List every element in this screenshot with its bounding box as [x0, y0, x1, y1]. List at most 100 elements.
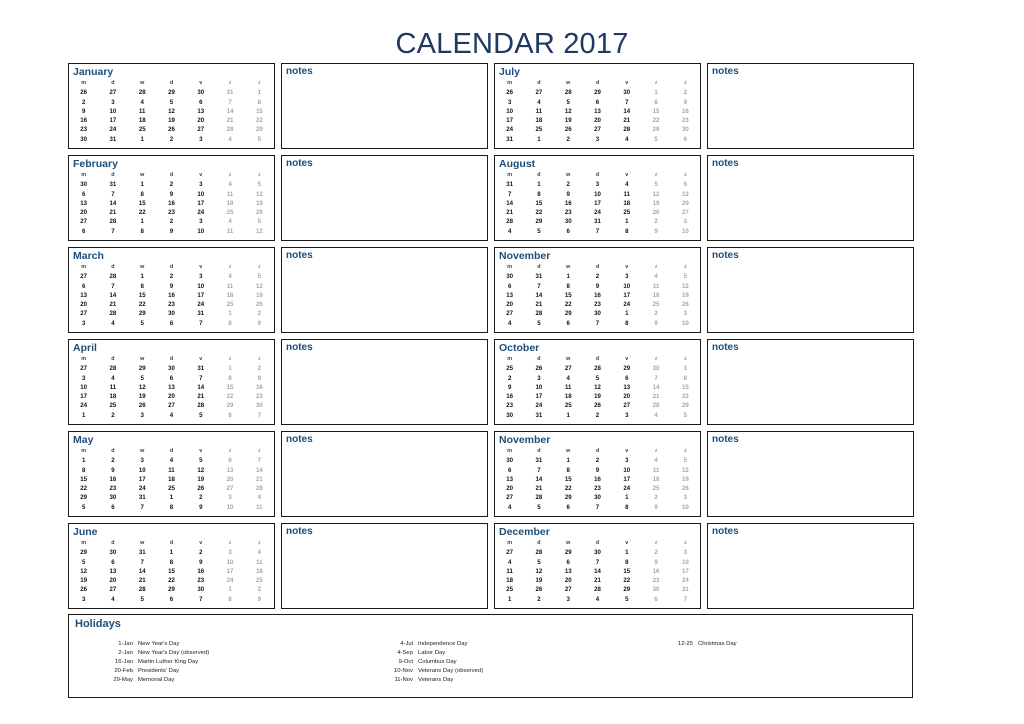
day-cell[interactable]: 21 — [186, 392, 215, 401]
day-cell[interactable]: 28 — [641, 401, 670, 410]
day-cell[interactable]: 29 — [69, 548, 98, 557]
day-cell[interactable]: 1 — [215, 309, 244, 318]
day-cell[interactable]: 1 — [554, 272, 583, 281]
day-cell[interactable]: 22 — [157, 576, 186, 585]
day-cell[interactable]: 17 — [671, 567, 700, 576]
day-cell[interactable]: 14 — [245, 466, 274, 475]
day-cell[interactable]: 1 — [612, 493, 641, 502]
day-cell[interactable]: 26 — [671, 484, 700, 493]
day-cell[interactable]: 9 — [245, 595, 274, 604]
day-cell[interactable]: 4 — [641, 272, 670, 281]
day-cell[interactable]: 16 — [554, 199, 583, 208]
day-cell[interactable]: 6 — [641, 595, 670, 604]
day-cell[interactable]: 17 — [69, 392, 98, 401]
day-cell[interactable]: 30 — [641, 585, 670, 594]
day-cell[interactable]: 23 — [554, 208, 583, 217]
day-cell[interactable]: 9 — [583, 466, 612, 475]
day-cell[interactable]: 27 — [495, 493, 524, 502]
day-cell[interactable]: 5 — [524, 227, 553, 236]
day-cell[interactable]: 13 — [215, 466, 244, 475]
day-cell[interactable]: 10 — [612, 282, 641, 291]
day-cell[interactable]: 19 — [128, 392, 157, 401]
day-cell[interactable]: 23 — [69, 125, 98, 134]
day-cell[interactable]: 4 — [495, 503, 524, 512]
day-cell[interactable]: 30 — [612, 88, 641, 97]
day-cell[interactable]: 10 — [524, 383, 553, 392]
day-cell[interactable]: 18 — [495, 576, 524, 585]
day-cell[interactable]: 19 — [157, 116, 186, 125]
day-cell[interactable]: 5 — [524, 319, 553, 328]
day-cell[interactable]: 7 — [245, 411, 274, 420]
day-cell[interactable]: 3 — [671, 548, 700, 557]
day-cell[interactable]: 22 — [215, 392, 244, 401]
day-cell[interactable]: 28 — [524, 493, 553, 502]
day-cell[interactable]: 24 — [215, 576, 244, 585]
day-cell[interactable]: 27 — [215, 484, 244, 493]
day-cell[interactable]: 16 — [641, 567, 670, 576]
day-cell[interactable]: 17 — [215, 567, 244, 576]
day-cell[interactable]: 8 — [69, 466, 98, 475]
day-cell[interactable]: 28 — [128, 88, 157, 97]
day-cell[interactable]: 20 — [157, 392, 186, 401]
day-cell[interactable]: 3 — [69, 595, 98, 604]
day-cell[interactable]: 27 — [69, 272, 98, 281]
day-cell[interactable]: 12 — [186, 466, 215, 475]
day-cell[interactable]: 3 — [128, 411, 157, 420]
day-cell[interactable]: 7 — [583, 319, 612, 328]
day-cell[interactable]: 6 — [554, 558, 583, 567]
day-cell[interactable]: 28 — [98, 272, 127, 281]
day-cell[interactable]: 25 — [495, 364, 524, 373]
day-cell[interactable]: 20 — [69, 300, 98, 309]
day-cell[interactable]: 30 — [157, 309, 186, 318]
day-cell[interactable]: 26 — [524, 364, 553, 373]
day-cell[interactable]: 7 — [98, 282, 127, 291]
day-cell[interactable]: 5 — [612, 595, 641, 604]
day-cell[interactable]: 9 — [641, 227, 670, 236]
day-cell[interactable]: 19 — [69, 576, 98, 585]
day-cell[interactable]: 18 — [612, 199, 641, 208]
day-cell[interactable]: 6 — [554, 503, 583, 512]
day-cell[interactable]: 27 — [69, 217, 98, 226]
day-cell[interactable]: 6 — [583, 98, 612, 107]
day-cell[interactable]: 20 — [671, 199, 700, 208]
day-cell[interactable]: 10 — [69, 383, 98, 392]
day-cell[interactable]: 9 — [583, 282, 612, 291]
day-cell[interactable]: 3 — [186, 135, 215, 144]
day-cell[interactable]: 25 — [215, 300, 244, 309]
day-cell[interactable]: 27 — [583, 125, 612, 134]
day-cell[interactable]: 1 — [641, 88, 670, 97]
day-cell[interactable]: 23 — [186, 576, 215, 585]
day-cell[interactable]: 24 — [583, 208, 612, 217]
day-cell[interactable]: 5 — [554, 98, 583, 107]
day-cell[interactable]: 2 — [69, 98, 98, 107]
day-cell[interactable]: 20 — [186, 116, 215, 125]
day-cell[interactable]: 18 — [215, 199, 244, 208]
day-cell[interactable]: 2 — [98, 411, 127, 420]
day-cell[interactable]: 3 — [583, 180, 612, 189]
day-cell[interactable]: 30 — [98, 548, 127, 557]
day-cell[interactable]: 19 — [245, 291, 274, 300]
day-cell[interactable]: 9 — [69, 107, 98, 116]
day-cell[interactable]: 2 — [641, 493, 670, 502]
day-cell[interactable]: 3 — [186, 180, 215, 189]
day-cell[interactable]: 16 — [98, 475, 127, 484]
day-cell[interactable]: 30 — [583, 493, 612, 502]
day-cell[interactable]: 28 — [583, 585, 612, 594]
day-cell[interactable]: 2 — [186, 548, 215, 557]
day-cell[interactable]: 23 — [583, 484, 612, 493]
day-cell[interactable]: 2 — [157, 180, 186, 189]
day-cell[interactable]: 9 — [157, 282, 186, 291]
day-cell[interactable]: 6 — [215, 456, 244, 465]
day-cell[interactable]: 14 — [583, 567, 612, 576]
day-cell[interactable]: 30 — [583, 309, 612, 318]
day-cell[interactable]: 12 — [245, 282, 274, 291]
day-cell[interactable]: 28 — [98, 217, 127, 226]
day-cell[interactable]: 3 — [583, 135, 612, 144]
day-cell[interactable]: 11 — [245, 558, 274, 567]
day-cell[interactable]: 10 — [186, 227, 215, 236]
day-cell[interactable]: 10 — [671, 558, 700, 567]
day-cell[interactable]: 27 — [554, 364, 583, 373]
day-cell[interactable]: 1 — [128, 272, 157, 281]
day-cell[interactable]: 17 — [583, 199, 612, 208]
day-cell[interactable]: 26 — [157, 125, 186, 134]
